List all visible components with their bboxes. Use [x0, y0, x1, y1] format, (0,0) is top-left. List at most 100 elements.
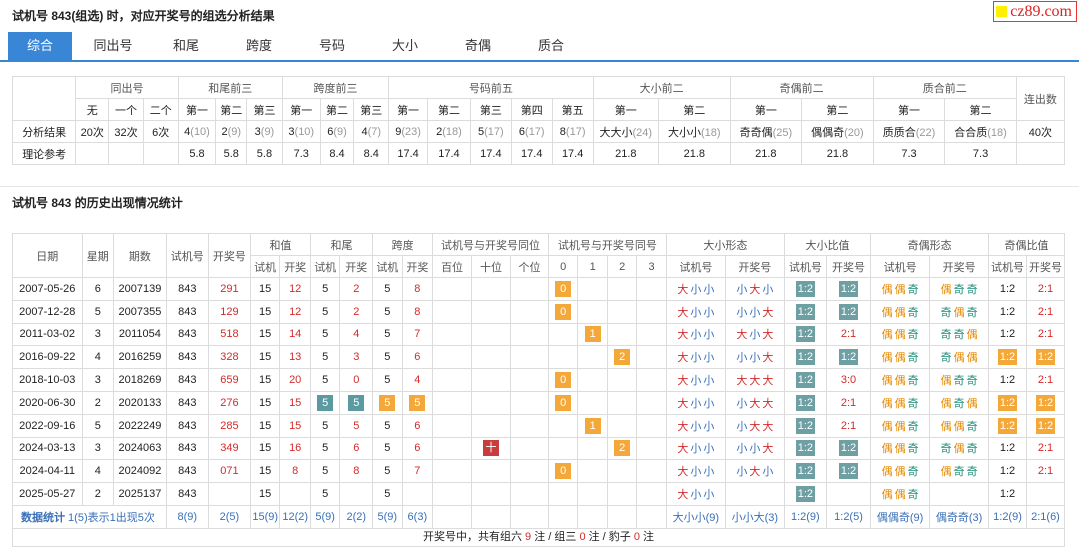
history-oer-draw: 2:1	[1025, 459, 1066, 484]
tab-7[interactable]: 奇偶	[446, 32, 510, 60]
analysis-group-header: 和尾前三	[177, 76, 283, 99]
history-oe-draw-char: 奇	[940, 329, 952, 342]
stats-cell: 2(2)	[339, 504, 374, 529]
history-span-draw: 5	[401, 390, 434, 415]
analysis-theory-cell: 21.8	[592, 142, 660, 165]
history-test-number: 843	[165, 436, 209, 461]
history-sum-test: 15	[249, 322, 281, 347]
history-bsr-test: 1:2	[783, 459, 827, 484]
history-oe-test: 偶偶奇	[870, 459, 931, 484]
history-same-number	[577, 345, 608, 370]
history-date: 2018-10-03	[12, 368, 83, 392]
history-bs-draw-char: 大	[762, 375, 774, 388]
history-tail-test: 5	[309, 368, 341, 392]
history-bs-test: 大小小	[665, 436, 726, 461]
summary-footer: 开奖号中，共有组六 9 注 / 组三 0 注 / 豹子 0 注	[12, 528, 1065, 547]
history-stats-row: 数据统计 1(5)表示1出现5次 8(9) 2(5) 15(9) 12(2) 5(9) 2(…	[12, 504, 1066, 529]
history-oe-draw-char: 偶	[953, 420, 965, 433]
history-same-position	[471, 413, 511, 438]
history-same-number: 2	[606, 436, 638, 461]
history-row: 2024-04-11 4 2024092 843 071 15 8 5 8 5 7 0 大小小小大小 1:…	[12, 459, 1066, 484]
site-logo[interactable]: cz89.com	[993, 1, 1077, 22]
tab-4[interactable]: 跨度	[227, 32, 291, 60]
analysis-subheader: 第二	[658, 98, 731, 121]
history-tail-test: 5	[309, 436, 341, 461]
page-title: 试机号 843(组选) 时，对应开奖号的组选分析结果	[12, 9, 275, 23]
history-oer-draw: 2:1	[1025, 368, 1066, 392]
result-count: (17)	[565, 125, 586, 138]
history-span-draw: 6	[401, 345, 434, 370]
analysis-result-cell: 32次	[108, 120, 144, 143]
history-same-number: 0	[547, 459, 579, 484]
stats-cell	[547, 504, 579, 529]
analysis-subheader: 第一	[592, 98, 660, 121]
history-bs-test-char: 小	[690, 329, 702, 342]
history-span-test-box: 5	[379, 394, 396, 411]
history-same-number	[547, 413, 579, 438]
footer-suffix: 注	[639, 531, 655, 543]
analysis-subheader: 第二	[319, 98, 355, 121]
history-test-number: 843	[165, 482, 209, 506]
history-subheader: 开奖号	[1025, 255, 1066, 278]
history-bsr-test-box: 1:2	[795, 440, 815, 457]
analysis-subheader-row: 无一个 二个 第一 第二 第三 第一 第二 第三 第一 第二 第三 第四 第五 第一 第二 第一 第二 第一 第二	[13, 98, 1065, 121]
history-oe-test-char: 偶	[881, 375, 893, 388]
history-row: 2025-05-27 2 2025137 843 15 5 5 大小小 1:2 偶偶奇 1:2	[12, 482, 1066, 506]
stats-label-cell: 数据统计 1(5)表示1出现5次	[12, 504, 167, 529]
history-weekday: 4	[81, 459, 115, 484]
history-span-test: 5	[372, 459, 403, 484]
history-bs-test: 大小小	[665, 322, 726, 347]
history-bsr-draw: 2:1	[825, 413, 872, 438]
history-group-header: 日期	[12, 233, 83, 278]
history-oe-test-char: 偶	[881, 306, 893, 319]
tab-5[interactable]: 号码	[300, 32, 364, 60]
history-oe-test: 偶偶奇	[870, 390, 931, 415]
history-subheader: 0	[547, 255, 579, 278]
history-oe-test-char: 偶	[894, 306, 906, 319]
history-bsr-draw: 1:2	[825, 299, 872, 324]
stats-cell: 小小大(3)	[724, 504, 785, 529]
history-bs-draw-char: 小	[762, 283, 774, 296]
history-bs-test-char: 小	[703, 397, 715, 410]
history-span-test: 5	[372, 345, 403, 370]
history-bs-draw-char: 大	[762, 443, 774, 456]
history-tail-test: 5	[309, 413, 341, 438]
history-oe-draw-char: 奇	[940, 352, 952, 365]
history-subheader: 开奖	[401, 255, 434, 278]
analysis-theory-cell: 5.8	[177, 142, 217, 165]
history-test-number: 843	[165, 299, 209, 324]
history-bs-draw-char: 小	[736, 466, 748, 479]
history-span-test: 5	[372, 368, 403, 392]
history-bs-draw-char: 小	[736, 283, 748, 296]
history-oe-draw-char: 偶	[940, 283, 952, 296]
history-oe-draw: 偶奇奇	[929, 368, 990, 392]
result-count: (22)	[915, 126, 936, 139]
tab-3[interactable]: 和尾	[154, 32, 218, 60]
history-issue: 2025137	[113, 482, 167, 506]
history-same-number	[577, 482, 608, 506]
history-same-number	[636, 413, 667, 438]
history-oe-draw-char: 奇	[966, 375, 978, 388]
history-span-draw: 7	[401, 459, 434, 484]
history-weekday: 3	[81, 322, 115, 347]
history-table: 日期 星期 期数 试机号 开奖号 和值 和尾 跨度 试机号与开奖号同位 试机号与开奖号同号 大小形态…	[12, 233, 1066, 529]
history-subheader: 开奖号	[929, 255, 990, 278]
history-group-header: 奇偶形态	[870, 233, 990, 256]
history-oe-draw: 奇偶奇	[929, 299, 990, 324]
analysis-subheader: 第二	[944, 98, 1017, 121]
tab-2[interactable]: 同出号	[81, 32, 145, 60]
history-bsr-draw: 2:1	[825, 390, 872, 415]
history-oe-test-char: 奇	[907, 397, 919, 410]
tab-1[interactable]: 综合	[8, 32, 72, 60]
history-span-draw-box: 5	[409, 394, 426, 411]
history-oe-test: 偶偶奇	[870, 345, 931, 370]
history-subheader: 十位	[471, 255, 511, 278]
stats-cell: 6(3)	[401, 504, 434, 529]
tab-8[interactable]: 质合	[519, 32, 583, 60]
history-tail-draw: 8	[339, 459, 374, 484]
history-bs-test: 大小小	[665, 277, 726, 301]
tab-6[interactable]: 大小	[373, 32, 437, 60]
history-tail-test: 5	[309, 345, 341, 370]
history-oe-test-char: 偶	[894, 283, 906, 296]
history-bs-draw-char: 大	[749, 283, 761, 296]
